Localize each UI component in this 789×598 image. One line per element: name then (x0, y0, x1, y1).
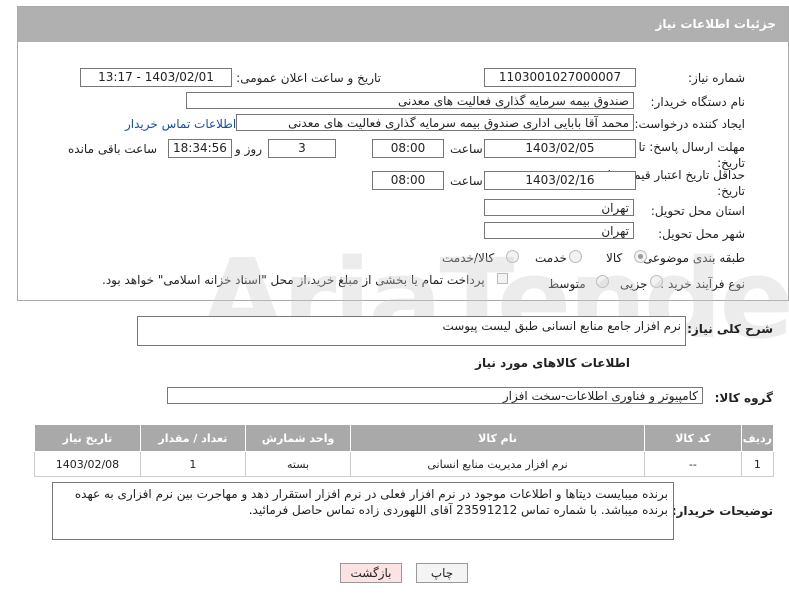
treasury-checkbox[interactable] (497, 273, 508, 284)
process-option-medium: متوسط (548, 277, 586, 291)
description-field: نرم افزار جامع منابع انسانی طبق لیست پیو… (137, 316, 686, 346)
table-header: واحد شمارش (244, 424, 352, 452)
category-option-both: کالا/خدمت (442, 251, 495, 265)
deadline-time-word: ساعت (450, 142, 483, 156)
process-option-minor: جزیی (620, 277, 648, 291)
deadline-time-field: 08:00 (372, 139, 444, 158)
table-cell: بسته (244, 451, 352, 477)
buyer-org-field: صندوق بیمه سرمایه گذاری فعالیت های معدنی (186, 92, 634, 109)
need-number-label: شماره نیاز: (688, 71, 745, 85)
need-number-field: 1103001027000007 (484, 68, 636, 87)
table-header: تعداد / مقدار (139, 424, 246, 452)
table-header: تاریخ نیاز (34, 424, 141, 452)
category-radio-service[interactable] (569, 250, 582, 263)
process-radio-medium[interactable] (596, 275, 609, 288)
panel-title: جزئیات اطلاعات نیاز (18, 7, 788, 42)
validity-time-word: ساعت (450, 174, 483, 188)
buyer-notes-field: برنده میبایست دیتاها و اطلاعات موجود در … (52, 482, 674, 540)
table-cell: نرم افزار مدیریت منابع انسانی (350, 451, 645, 477)
back-button[interactable]: بازگشت (340, 563, 402, 583)
table-header: ردیف (740, 424, 775, 452)
category-radio-both[interactable] (506, 250, 519, 263)
table-header: کد کالا (643, 424, 742, 452)
table-cell: 1403/02/08 (34, 451, 141, 477)
process-label: نوع فرآیند خرید : (660, 277, 745, 291)
process-radio-minor[interactable] (650, 275, 663, 288)
table-cell: 1 (139, 451, 246, 477)
city-field: تهران (484, 222, 634, 239)
validity-time-field: 08:00 (372, 171, 444, 190)
description-label: شرح کلی نیاز: (687, 322, 773, 336)
table-cell: 1 (740, 451, 775, 477)
buyer-org-label: نام دستگاه خریدار: (650, 95, 746, 109)
buyer-contact-link[interactable]: اطلاعات تماس خریدار (125, 117, 236, 131)
remaining-time-field: 18:34:56 (168, 139, 232, 158)
city-label: شهر محل تحویل: (658, 227, 745, 241)
table-header-row: ردیف کد کالا نام کالا واحد شمارش تعداد /… (34, 424, 775, 452)
goods-section-title: اطلاعات کالاهای مورد نیاز (475, 356, 630, 370)
goods-group-label: گروه کالا: (714, 391, 773, 405)
table-row: 1 -- نرم افزار مدیریت منابع انسانی بسته … (34, 451, 775, 477)
category-option-service: خدمت (535, 251, 567, 265)
print-button[interactable]: چاپ (416, 563, 468, 583)
category-radio-goods[interactable] (634, 250, 647, 263)
province-label: استان محل تحویل: (650, 204, 745, 218)
announce-label: تاریخ و ساعت اعلان عمومی: (236, 71, 381, 85)
requester-label: ایجاد کننده درخواست: (634, 117, 745, 131)
goods-group-field: کامپیوتر و فناوری اطلاعات-سخت افزار (167, 387, 703, 404)
announce-field: 1403/02/01 - 13:17 (80, 68, 232, 87)
table-cell: -- (643, 451, 742, 477)
category-option-goods: کالا (606, 251, 623, 265)
days-field: 3 (268, 139, 336, 158)
table-header: نام کالا (350, 424, 645, 452)
buyer-notes-label: توضیحات خریدار: (671, 504, 773, 518)
category-label: طبقه بندی موضوعی: (638, 251, 745, 265)
province-field: تهران (484, 199, 634, 216)
requester-field: محمد آقا بابایی اداری صندوق بیمه سرمایه … (236, 114, 634, 131)
remaining-word: ساعت باقی مانده (68, 142, 158, 156)
goods-table: ردیف کد کالا نام کالا واحد شمارش تعداد /… (34, 424, 775, 477)
validity-date-field: 1403/02/16 (484, 171, 636, 190)
deadline-date-field: 1403/02/05 (484, 139, 636, 158)
days-word: روز و (235, 142, 262, 156)
payment-note: پرداخت تمام یا بخشی از مبلغ خرید،از محل … (102, 273, 485, 287)
